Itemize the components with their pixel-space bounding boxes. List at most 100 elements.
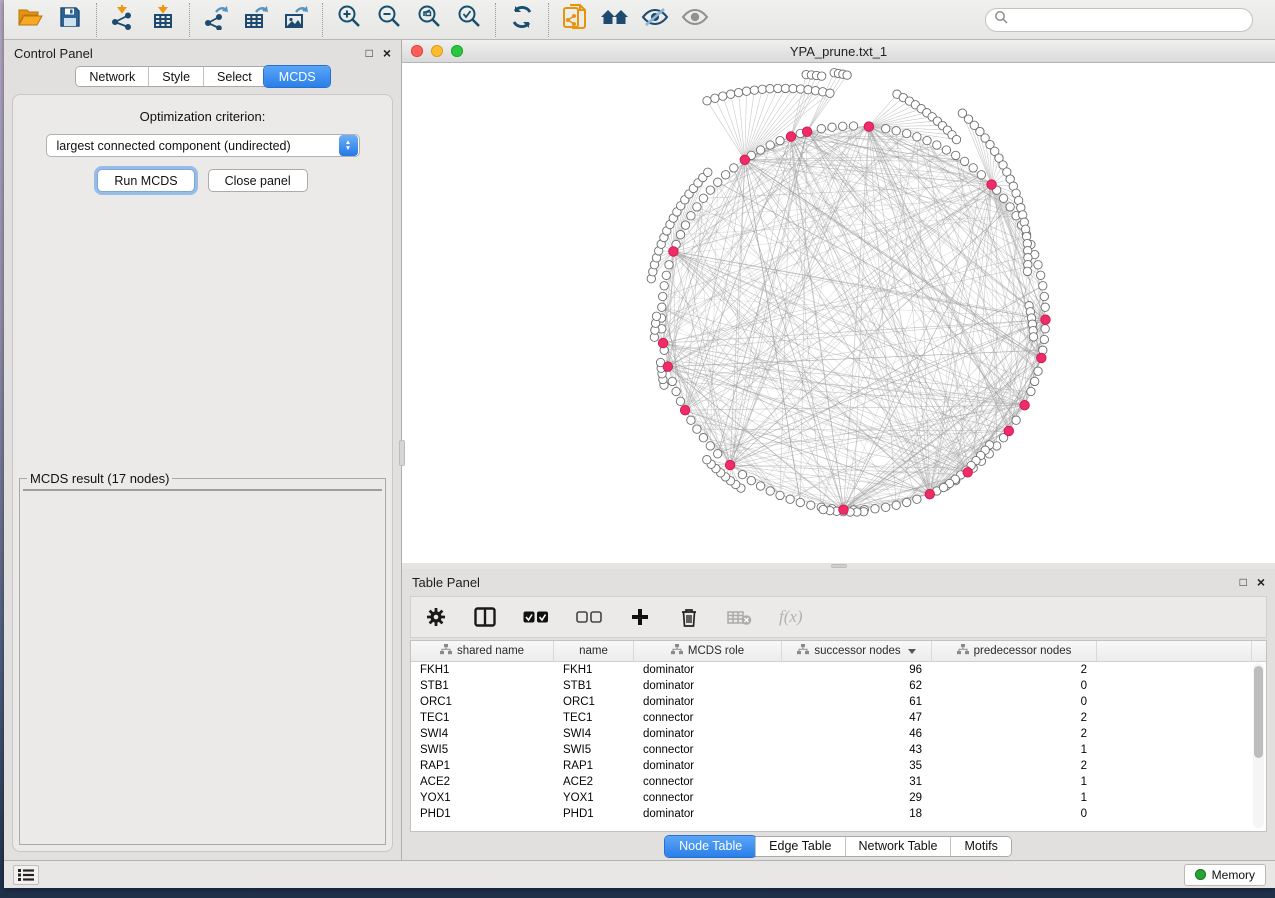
mcds-hub-node[interactable] xyxy=(963,468,973,478)
table-settings-button[interactable] xyxy=(425,602,447,632)
mcds-hub-node[interactable] xyxy=(987,180,997,190)
hide-selected-button[interactable] xyxy=(635,4,675,36)
table-row[interactable]: ACE2ACE2connector311 xyxy=(411,774,1252,790)
table-cell: PHD1 xyxy=(554,806,634,822)
import-table-button[interactable] xyxy=(143,4,183,36)
table-scrollbar-thumb[interactable] xyxy=(1254,666,1263,758)
table-row[interactable]: RAP1RAP1dominator352 xyxy=(411,758,1252,774)
clone-network-button[interactable] xyxy=(555,4,595,36)
close-table-panel-icon[interactable]: × xyxy=(1257,575,1265,589)
network-canvas[interactable] xyxy=(402,63,1275,563)
toolbar-separator xyxy=(548,3,549,37)
memory-button[interactable]: Memory xyxy=(1184,864,1266,886)
network-graph[interactable] xyxy=(402,63,1275,563)
tab-select[interactable]: Select xyxy=(203,67,265,86)
tab-motifs[interactable]: Motifs xyxy=(950,837,1010,856)
mcds-hub-node[interactable] xyxy=(680,405,690,415)
tab-network-table[interactable]: Network Table xyxy=(845,837,951,856)
table-cell: 62 xyxy=(782,678,932,694)
export-network-button[interactable] xyxy=(196,4,236,36)
table-cell: 2 xyxy=(932,758,1097,774)
column-header-successor-nodes[interactable]: successor nodes xyxy=(782,641,932,661)
horizontal-splitter[interactable] xyxy=(402,563,1275,569)
mcds-hub-node[interactable] xyxy=(802,127,812,137)
save-session-button[interactable] xyxy=(50,4,90,36)
mcds-hub-node[interactable] xyxy=(925,489,935,499)
mcds-hub-node[interactable] xyxy=(1037,353,1047,363)
open-file-button[interactable] xyxy=(10,4,50,36)
zoom-in-button[interactable] xyxy=(329,4,369,36)
tab-style[interactable]: Style xyxy=(148,67,203,86)
vertical-splitter-handle[interactable] xyxy=(399,440,405,466)
table-row[interactable]: FKH1FKH1dominator962 xyxy=(411,662,1252,678)
plus-icon xyxy=(630,607,650,627)
mcds-hub-node[interactable] xyxy=(663,362,673,372)
status-bar: Memory xyxy=(4,860,1275,888)
table-cell-filler xyxy=(1097,662,1252,678)
table-cell: YOX1 xyxy=(411,790,554,806)
zoom-out-button[interactable] xyxy=(369,4,409,36)
tab-node-table[interactable]: Node Table xyxy=(665,836,756,857)
table-row[interactable]: PHD1PHD1dominator180 xyxy=(411,806,1252,822)
node-table: shared namenameMCDS rolesuccessor nodesp… xyxy=(410,640,1267,832)
mcds-hub-node[interactable] xyxy=(1041,315,1051,325)
table-panel: Table Panel □ × f(x) shared namenameMCDS… xyxy=(402,569,1275,860)
close-panel-icon[interactable]: × xyxy=(383,46,391,60)
float-table-panel-icon[interactable]: □ xyxy=(1240,576,1247,588)
search-box[interactable] xyxy=(985,8,1253,32)
run-mcds-button[interactable]: Run MCDS xyxy=(97,169,194,192)
columns-icon xyxy=(474,607,496,627)
tab-edge-table[interactable]: Edge Table xyxy=(755,837,844,856)
column-header-shared-name[interactable]: shared name xyxy=(411,641,554,661)
mcds-hub-node[interactable] xyxy=(864,122,874,132)
table-scrollbar[interactable] xyxy=(1253,663,1264,828)
zoom-fit-button[interactable] xyxy=(409,4,449,36)
zoom-selected-button[interactable] xyxy=(449,4,489,36)
mcds-hub-node[interactable] xyxy=(658,338,668,348)
mcds-hub-node[interactable] xyxy=(669,247,679,257)
delete-column-button[interactable] xyxy=(678,602,700,632)
close-panel-button[interactable]: Close panel xyxy=(208,169,308,192)
table-row[interactable]: STB1STB1dominator620 xyxy=(411,678,1252,694)
table-cell: 1 xyxy=(932,790,1097,806)
import-table-icon xyxy=(151,4,175,35)
mcds-hub-node[interactable] xyxy=(725,460,735,470)
column-header-predecessor-nodes[interactable]: predecessor nodes xyxy=(932,641,1097,661)
table-row[interactable]: YOX1YOX1connector291 xyxy=(411,790,1252,806)
apply-layout-button[interactable] xyxy=(502,4,542,36)
show-all-button[interactable] xyxy=(675,4,715,36)
mcds-hub-node[interactable] xyxy=(839,505,849,515)
table-cell: connector xyxy=(634,742,782,758)
create-column-button[interactable] xyxy=(629,602,651,632)
show-column-panel-button[interactable] xyxy=(474,602,496,632)
column-header-MCDS-role[interactable]: MCDS role xyxy=(634,641,782,661)
column-header-name[interactable]: name xyxy=(554,641,634,661)
mcds-hub-node[interactable] xyxy=(740,155,750,165)
table-cell: PHD1 xyxy=(411,806,554,822)
export-image-button[interactable] xyxy=(276,4,316,36)
horizontal-splitter-handle[interactable] xyxy=(831,564,847,568)
export-table-button[interactable] xyxy=(236,4,276,36)
mcds-result-list[interactable]: PHD1CAR1STP4TID3YOX1SWI4SRD1PMA2FKH1ACE2… xyxy=(23,489,382,491)
column-header-filler xyxy=(1097,641,1252,661)
tab-network[interactable]: Network xyxy=(76,67,148,86)
mcds-hub-node[interactable] xyxy=(1004,426,1014,436)
search-input[interactable] xyxy=(1013,13,1244,27)
criterion-dropdown[interactable]: largest connected component (undirected)… xyxy=(46,134,360,157)
deselect-all-button[interactable] xyxy=(576,602,602,632)
status-list-button[interactable] xyxy=(13,865,39,885)
select-all-button[interactable] xyxy=(523,602,549,632)
mcds-hub-node[interactable] xyxy=(786,132,796,142)
float-panel-icon[interactable]: □ xyxy=(366,47,373,59)
table-row[interactable]: SWI4SWI4dominator462 xyxy=(411,726,1252,742)
table-row[interactable]: ORC1ORC1dominator610 xyxy=(411,694,1252,710)
first-neighbors-button[interactable] xyxy=(595,4,635,36)
import-network-button[interactable] xyxy=(103,4,143,36)
table-cell: dominator xyxy=(634,662,782,678)
table-row[interactable]: SWI5SWI5connector431 xyxy=(411,742,1252,758)
table-cell: STB1 xyxy=(411,678,554,694)
table-row[interactable]: TEC1TEC1connector472 xyxy=(411,710,1252,726)
mcds-hub-node[interactable] xyxy=(1020,400,1030,410)
tab-mcds[interactable]: MCDS xyxy=(264,66,330,87)
right-column: YPA_prune.txt_1 Table Panel □ × xyxy=(401,40,1275,860)
